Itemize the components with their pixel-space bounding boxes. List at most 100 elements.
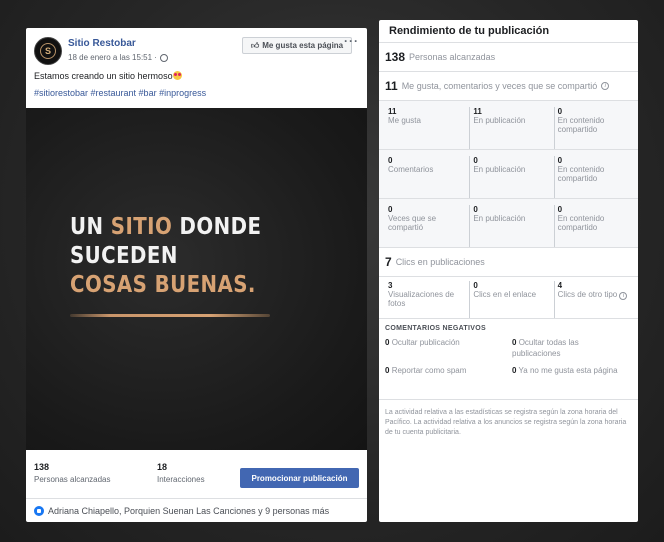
headline-word: DONDE bbox=[172, 214, 262, 240]
click-breakdown-row: 3 Visualizaciones de fotos 0 Clics en el e… bbox=[379, 277, 638, 319]
headline-word: UN bbox=[70, 214, 111, 240]
cell-label: Clics de otro tipo i bbox=[558, 290, 638, 300]
shares-row: 0 Veces que se compartió 0 En publicación … bbox=[379, 199, 638, 248]
engagement-label: Me gusta, comentarios y veces que se com… bbox=[401, 81, 598, 91]
cell-number: 0 bbox=[473, 281, 478, 290]
stat-label: Ocultar publicación bbox=[391, 338, 460, 347]
cell-label: En contenido compartido bbox=[557, 214, 605, 232]
post-meta: 18 de enero a las 15:51 · bbox=[68, 53, 168, 62]
headline-line-3: COSAS BUENAS. bbox=[70, 272, 256, 298]
cell-label: En publicación bbox=[473, 116, 526, 125]
post-stats: 138 Personas alcanzadas 18 Interacciones… bbox=[26, 458, 367, 494]
clicks-row: 7 Clics en publicaciones bbox=[379, 248, 638, 277]
clicks-total: 7 bbox=[385, 255, 392, 269]
other-clicks-cell: 4 Clics de otro tipo i bbox=[553, 281, 638, 318]
stat-label: Ocultar todas las publicaciones bbox=[512, 338, 579, 358]
reactions-text[interactable]: Adriana Chiapello, Porquien Suenan Las C… bbox=[48, 506, 329, 516]
post-hashtags[interactable]: #sitiorestobar #restaurant #bar #inprogr… bbox=[34, 88, 206, 98]
headline-line-1: UN SITIO DONDE bbox=[70, 213, 261, 242]
shares-on-post-cell: 0 En publicación bbox=[469, 205, 553, 247]
post-card: S Sitio Restobar 18 de enero a las 15:51… bbox=[26, 28, 367, 522]
heart-eyes-emoji-icon bbox=[172, 71, 182, 80]
brush-stroke-decoration bbox=[70, 314, 270, 317]
stat-number: 0 bbox=[385, 338, 390, 347]
engagement-total: 11 bbox=[385, 79, 398, 93]
cell-number: 0 bbox=[557, 205, 563, 214]
cell-number: 0 bbox=[557, 107, 563, 116]
cell-label: Clics en el enlace bbox=[473, 290, 537, 299]
likes-cell: 11 Me gusta bbox=[385, 107, 469, 149]
reach-number: 138 bbox=[34, 462, 50, 472]
cell-number: 11 bbox=[388, 107, 397, 116]
cell-label: En contenido compartido bbox=[557, 116, 605, 134]
timezone-footnote: La actividad relativa a las estadísticas… bbox=[385, 409, 627, 436]
negative-feedback-section: COMENTARIOS NEGATIVOS 0 Ocultar publicac… bbox=[379, 319, 638, 400]
comments-on-post-cell: 0 En publicación bbox=[469, 156, 553, 198]
reach-row: 138 Personas alcanzadas bbox=[379, 43, 638, 72]
stat-label: Reportar como spam bbox=[391, 366, 467, 375]
like-reaction-icon bbox=[34, 505, 44, 516]
globe-icon bbox=[159, 53, 168, 62]
like-page-button[interactable]: 👍︎ Me gusta esta página bbox=[242, 37, 352, 54]
unlike-page-stat: 0 Ya no me gusta esta página bbox=[512, 365, 627, 376]
image-headline: UN SITIO DONDE SUCEDEN COSAS BUENAS. bbox=[70, 213, 261, 300]
clicks-label: Clics en publicaciones bbox=[395, 257, 485, 267]
performance-panel: Rendimiento de tu publicación 138 Person… bbox=[379, 20, 638, 522]
engagement-row: 11 Me gusta, comentarios y veces que se … bbox=[379, 72, 638, 101]
page-name-link[interactable]: Sitio Restobar bbox=[68, 38, 136, 49]
cell-label: En publicación bbox=[473, 165, 526, 174]
shares-on-shares-cell: 0 En contenido compartido bbox=[553, 205, 638, 247]
post-message: Estamos creando un sitio hermoso bbox=[34, 71, 173, 81]
stat-number: 0 bbox=[512, 338, 517, 347]
comments-cell: 0 Comentarios bbox=[385, 156, 469, 198]
cell-number: 3 bbox=[388, 281, 393, 290]
cell-number: 0 bbox=[557, 156, 563, 165]
stat-label: Ya no me gusta esta página bbox=[518, 366, 618, 375]
cell-label: Comentarios bbox=[388, 165, 434, 174]
reach-stat: 138 Personas alcanzadas bbox=[34, 462, 111, 484]
comments-on-shares-cell: 0 En contenido compartido bbox=[553, 156, 638, 198]
more-icon[interactable]: ··· bbox=[344, 35, 359, 47]
page-avatar[interactable]: S bbox=[34, 37, 62, 65]
cell-number: 11 bbox=[473, 107, 482, 116]
photo-views-cell: 3 Visualizaciones de fotos bbox=[385, 281, 469, 318]
cell-label: En publicación bbox=[473, 214, 526, 223]
cell-number: 0 bbox=[388, 205, 393, 214]
cell-label: Veces que se compartió bbox=[388, 214, 437, 232]
info-icon[interactable]: i bbox=[601, 82, 610, 90]
link-clicks-cell: 0 Clics en el enlace bbox=[469, 281, 553, 318]
cell-label: Me gusta bbox=[388, 116, 421, 125]
report-spam-stat: 0 Reportar como spam bbox=[385, 365, 500, 376]
promote-post-button[interactable]: Promocionar publicación bbox=[240, 468, 359, 488]
post-text: Estamos creando un sitio hermoso bbox=[34, 71, 182, 81]
interactions-stat: 18 Interacciones bbox=[157, 462, 205, 484]
cell-number: 4 bbox=[557, 281, 563, 290]
cell-number: 0 bbox=[388, 156, 393, 165]
stat-number: 0 bbox=[385, 366, 390, 375]
post-header: S Sitio Restobar 18 de enero a las 15:51… bbox=[34, 35, 359, 66]
reach-total: 138 bbox=[385, 50, 406, 64]
other-clicks-label: Clics de otro tipo bbox=[557, 290, 618, 299]
panel-title: Rendimiento de tu publicación bbox=[379, 20, 638, 43]
thumbs-up-icon: 👍︎ bbox=[250, 40, 260, 50]
hide-post-stat: 0 Ocultar publicación bbox=[385, 337, 500, 348]
hide-all-posts-stat: 0 Ocultar todas las publicaciones bbox=[512, 337, 627, 359]
headline-line-2: SUCEDEN bbox=[70, 243, 178, 269]
cell-number: 0 bbox=[473, 156, 478, 165]
cell-label: En contenido compartido bbox=[557, 165, 605, 183]
reactions-bar[interactable]: Adriana Chiapello, Porquien Suenan Las C… bbox=[26, 498, 367, 522]
avatar-logo: S bbox=[40, 43, 56, 59]
likes-on-post-cell: 11 En publicación bbox=[469, 107, 553, 149]
post-image[interactable]: UN SITIO DONDE SUCEDEN COSAS BUENAS. bbox=[26, 108, 367, 450]
info-icon[interactable]: i bbox=[619, 292, 628, 300]
shares-cell: 0 Veces que se compartió bbox=[385, 205, 469, 247]
reach-total-label: Personas alcanzadas bbox=[409, 52, 496, 62]
comments-row: 0 Comentarios 0 En publicación 0 En conteni… bbox=[379, 150, 638, 199]
cell-number: 0 bbox=[473, 205, 478, 214]
likes-row: 11 Me gusta 11 En publicación 0 En contenid… bbox=[379, 101, 638, 150]
interactions-number: 18 bbox=[157, 462, 168, 472]
negative-feedback-title: COMENTARIOS NEGATIVOS bbox=[385, 325, 486, 332]
post-timestamp[interactable]: 18 de enero a las 15:51 · bbox=[68, 53, 157, 62]
reach-label: Personas alcanzadas bbox=[34, 475, 111, 484]
interactions-label: Interacciones bbox=[157, 475, 205, 484]
